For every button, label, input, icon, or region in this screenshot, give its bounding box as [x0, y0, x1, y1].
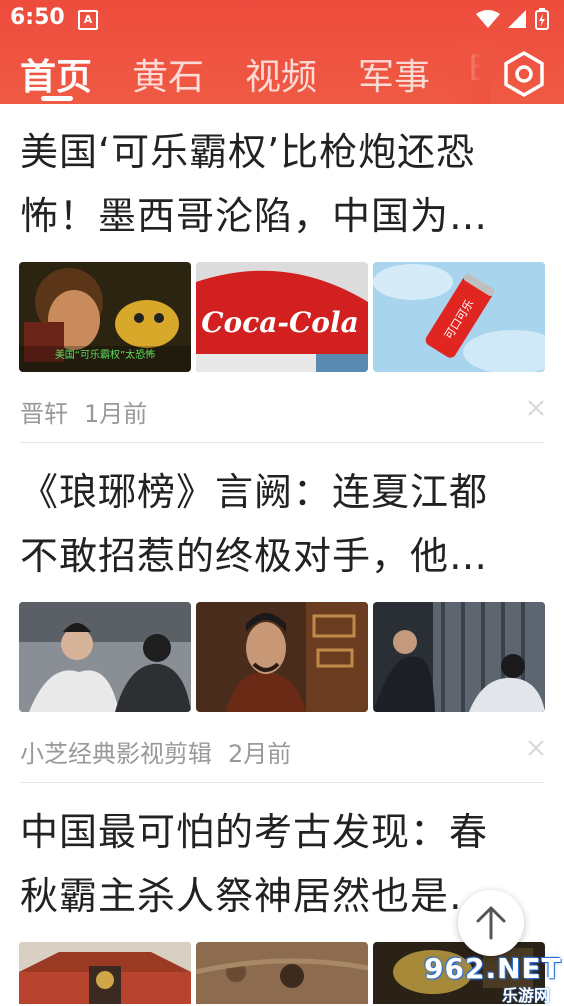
channel-tabs: 首页 黄石 视频 军事 E: [0, 40, 564, 104]
app-header: 6:50 A 首页 黄石 视频 军事 E: [0, 0, 564, 104]
divider: [20, 442, 544, 443]
status-bar: 6:50 A: [0, 0, 564, 38]
article-title-line: 不敢招惹的终极对手，他…: [20, 534, 489, 578]
battery-icon: [535, 8, 549, 30]
article-thumbnail[interactable]: [196, 942, 368, 1004]
arrow-up-icon: [476, 906, 506, 940]
active-tab-indicator: [41, 96, 73, 101]
article-thumbnails: [19, 602, 545, 712]
tab-fade: [440, 40, 490, 104]
article-thumbnail[interactable]: Coca-Cola: [196, 262, 368, 372]
tab-video[interactable]: 视频: [245, 48, 317, 100]
tab-huangshi[interactable]: 黄石: [132, 48, 204, 100]
article-title[interactable]: 《琅琊榜》言阙：连夏江都 不敢招惹的终极对手，他…: [20, 460, 550, 588]
article-thumbnail[interactable]: 美国“可乐霸权”太恐怖: [19, 262, 191, 372]
article-thumbnail[interactable]: [19, 602, 191, 712]
wifi-icon: [476, 10, 500, 28]
status-time: 6:50: [10, 5, 65, 30]
site-watermark: 962.NET 乐游网: [424, 952, 564, 1005]
article-thumbnail[interactable]: 可口可乐: [373, 262, 545, 372]
tab-military[interactable]: 军事: [358, 48, 430, 100]
dismiss-icon[interactable]: [526, 398, 546, 418]
article-meta: 晋轩 1月前: [20, 394, 147, 429]
dismiss-icon[interactable]: [526, 738, 546, 758]
article-thumbnails: 美国“可乐霸权”太恐怖 Coca-Cola 可口可乐: [19, 262, 545, 372]
watermark-subtext: 乐游网: [502, 986, 551, 1005]
article-time: 2月前: [228, 740, 292, 768]
article-title-line: 怖！墨西哥沦陷，中国为…: [20, 194, 489, 238]
article-title-line: 中国最可怕的考古发现：春: [20, 810, 489, 854]
article-title-line: 美国‘可乐霸权’比枪炮还恐: [20, 130, 476, 174]
divider: [20, 782, 544, 783]
watermark-logo: 962.NET: [424, 952, 562, 985]
signal-icon: [508, 10, 526, 28]
article-title-line: 《琅琊榜》言阙：连夏江都: [20, 470, 489, 514]
article-time: 1月前: [84, 400, 148, 428]
article-thumbnail[interactable]: [373, 602, 545, 712]
news-feed[interactable]: 美国‘可乐霸权’比枪炮还恐 怖！墨西哥沦陷，中国为… 美国“可乐霸权”太恐怖 C…: [0, 104, 564, 1004]
channel-settings-icon[interactable]: [500, 50, 548, 98]
thumbnail-logo-text: Coca-Cola: [201, 306, 359, 339]
article-thumbnail[interactable]: [196, 602, 368, 712]
article-meta: 小芝经典影视剪辑 2月前: [20, 734, 291, 769]
article-author: 小芝经典影视剪辑: [20, 740, 212, 768]
article-card[interactable]: 《琅琊榜》言阙：连夏江都 不敢招惹的终极对手，他… 小芝经典影视剪辑 2月前: [0, 444, 564, 784]
status-icons: [476, 8, 549, 30]
article-card[interactable]: 美国‘可乐霸权’比枪炮还恐 怖！墨西哥沦陷，中国为… 美国“可乐霸权”太恐怖 C…: [0, 104, 564, 444]
back-to-top-button[interactable]: [458, 890, 524, 956]
thumbnail-caption: 美国“可乐霸权”太恐怖: [55, 348, 155, 361]
article-thumbnail[interactable]: [19, 942, 191, 1004]
notification-icon: A: [78, 10, 98, 30]
article-author: 晋轩: [20, 400, 68, 428]
article-title[interactable]: 美国‘可乐霸权’比枪炮还恐 怖！墨西哥沦陷，中国为…: [20, 120, 550, 248]
tab-home[interactable]: 首页: [20, 48, 92, 100]
